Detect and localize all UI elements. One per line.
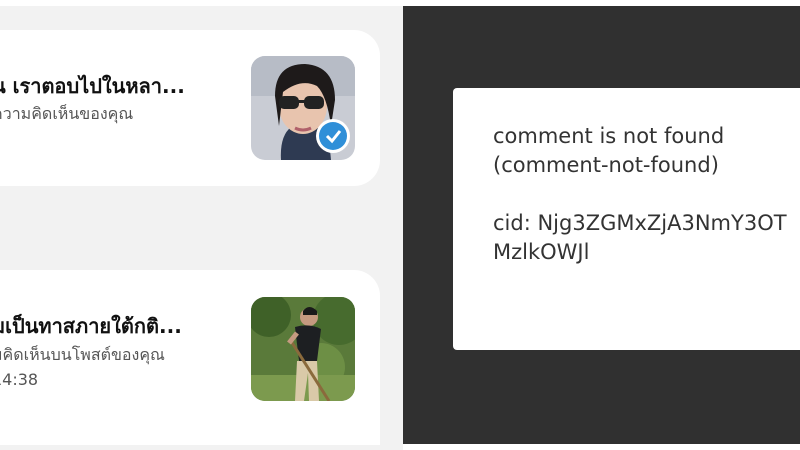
notification-time: 14:38 bbox=[0, 370, 39, 389]
notification-card[interactable]: น เราตอบไปในหลา... ความคิดเห็นของคุณ bbox=[0, 30, 380, 186]
man-raking-photo bbox=[251, 297, 355, 401]
notification-title: มเป็นทาสภายใต้กติ... bbox=[0, 314, 182, 338]
error-dialog: comment is not found (comment-not-found)… bbox=[453, 88, 800, 350]
error-code: (comment-not-found) bbox=[493, 153, 719, 177]
notification-subtitle: มคิดเห็นบนโพสต์ของคุณ bbox=[0, 345, 165, 364]
notification-subtitle: ความคิดเห็นของคุณ bbox=[0, 104, 134, 123]
notification-card[interactable]: มเป็นทาสภายใต้กติ... มคิดเห็นบนโพสต์ของค… bbox=[0, 270, 380, 445]
error-overlay: comment is not found (comment-not-found)… bbox=[403, 0, 800, 450]
comment-id-continued: MzlkOWJl bbox=[493, 240, 590, 264]
error-title: comment is not found bbox=[493, 124, 725, 148]
avatar-sunglasses-photo bbox=[251, 56, 355, 160]
error-message: comment is not found (comment-not-found)… bbox=[493, 122, 787, 267]
top-strip bbox=[0, 0, 403, 6]
notifications-panel: น เราตอบไปในหลา... ความคิดเห็นของคุณ มเป… bbox=[0, 0, 403, 450]
notification-title: น เราตอบไปในหลา... bbox=[0, 74, 185, 98]
comment-id-line: cid: Njg3ZGMxZjA3NmY3OT bbox=[493, 211, 787, 235]
